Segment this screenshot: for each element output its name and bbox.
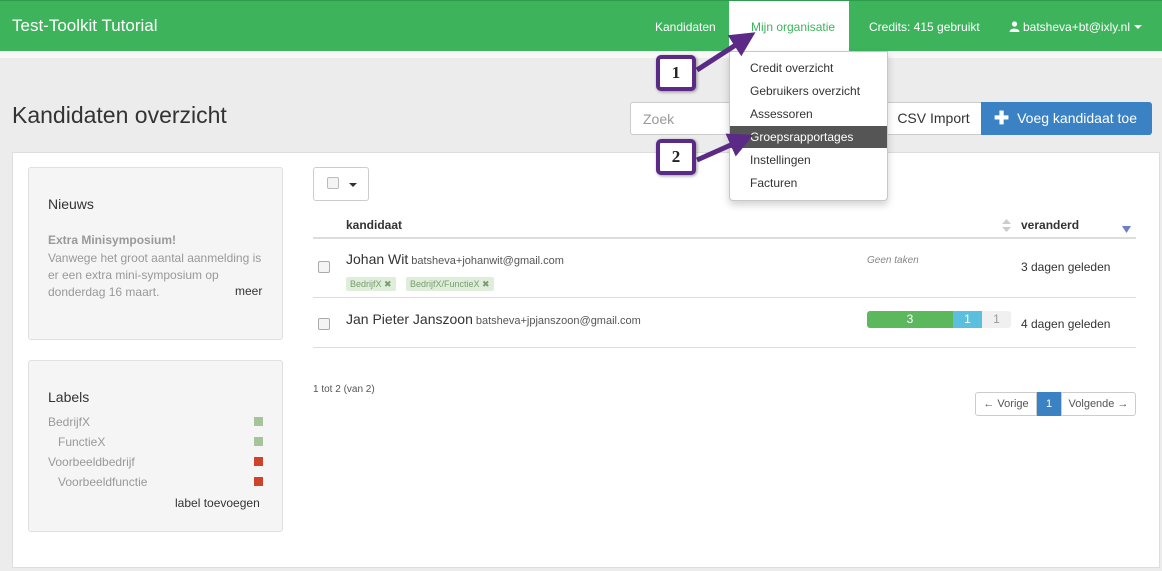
label-item[interactable]: BedrijfX <box>48 415 90 429</box>
nav-credits[interactable]: Credits: 415 gebruikt <box>869 20 980 34</box>
next-page-button[interactable]: Volgende → <box>1061 392 1136 416</box>
candidate-name[interactable]: Jan Pieter Janszoon batsheva+jpjanszoon@g… <box>346 311 641 327</box>
candidate-email: batsheva+jpjanszoon@gmail.com <box>475 315 641 327</box>
row-divider <box>313 297 1136 298</box>
candidate-name-text: Jan Pieter Janszoon <box>346 311 473 327</box>
changed-date: 3 dagen geleden <box>1021 260 1111 274</box>
page-1-button[interactable]: 1 <box>1037 392 1061 416</box>
user-icon <box>1009 21 1020 32</box>
candidate-name[interactable]: Johan Wit batsheva+johanwit@gmail.com <box>346 251 564 267</box>
candidate-name-text: Johan Wit <box>346 251 409 267</box>
labels-panel: Labels BedrijfX FunctieX Voorbeeldbedrij… <box>28 360 283 532</box>
menu-item-credit-overview[interactable]: Credit overzicht <box>730 57 887 79</box>
brand-title[interactable]: Test-Toolkit Tutorial <box>12 16 158 36</box>
add-candidate-label: Voeg kandidaat toe <box>1017 110 1137 126</box>
menu-item-settings[interactable]: Instellingen <box>730 149 887 171</box>
nav-my-organisation-label: Mijn organisatie <box>751 20 836 34</box>
add-candidate-button[interactable]: ✚ Voeg kandidaat toe <box>981 102 1152 135</box>
organisation-dropdown-menu: Credit overzicht Gebruikers overzicht As… <box>729 51 888 201</box>
row-checkbox[interactable] <box>318 318 330 330</box>
step-callout-2: 2 <box>656 139 696 175</box>
menu-item-assessors[interactable]: Assessoren <box>730 103 887 125</box>
csv-import-button[interactable]: CSV Import <box>885 102 981 135</box>
news-panel: Nieuws Extra Minisymposium! Vanwege het … <box>28 167 283 340</box>
label-item[interactable]: Voorbeeldbedrijf <box>48 455 135 469</box>
search-input[interactable] <box>630 102 730 135</box>
label-color-swatch <box>254 477 263 486</box>
table-header-divider <box>313 237 1136 239</box>
column-header-changed[interactable]: veranderd <box>1021 218 1079 232</box>
changed-date: 4 dagen geleden <box>1021 317 1111 331</box>
row-divider <box>313 347 1136 348</box>
chevron-down-icon <box>349 183 357 187</box>
column-header-candidate[interactable]: kandidaat <box>346 218 402 232</box>
label-item[interactable]: Voorbeeldfunctie <box>58 475 147 489</box>
progress-busy-segment: 1 <box>953 311 982 328</box>
news-more-link[interactable]: meer <box>235 284 262 298</box>
sort-desc-icon[interactable] <box>1122 226 1131 233</box>
news-headline: Extra Minisymposium! <box>48 233 177 247</box>
candidate-email: batsheva+johanwit@gmail.com <box>411 255 564 267</box>
add-label-link[interactable]: label toevoegen <box>175 496 260 510</box>
page-title: Kandidaten overzicht <box>12 102 227 128</box>
row-checkbox[interactable] <box>318 261 330 273</box>
result-count: 1 tot 2 (van 2) <box>313 384 375 395</box>
candidate-tag[interactable]: BedrijfX ✖ <box>346 277 396 291</box>
news-title: Nieuws <box>48 196 94 212</box>
no-tasks-text: Geen taken <box>867 255 919 266</box>
nav-user-menu[interactable]: batsheva+bt@ixly.nl <box>1009 20 1143 34</box>
labels-title: Labels <box>48 389 90 405</box>
candidate-tag[interactable]: BedrijfX/FunctieX ✖ <box>406 277 494 291</box>
sort-icon[interactable] <box>1002 219 1011 232</box>
label-color-swatch <box>254 417 263 426</box>
nav-my-organisation[interactable]: Mijn organisatie <box>729 1 849 52</box>
menu-item-users-overview[interactable]: Gebruikers overzicht <box>730 80 887 102</box>
nav-candidates[interactable]: Kandidaten <box>655 20 716 34</box>
bulk-select-button[interactable] <box>313 167 369 201</box>
label-color-swatch <box>254 457 263 466</box>
label-color-swatch <box>254 437 263 446</box>
plus-icon: ✚ <box>994 108 1010 128</box>
select-all-checkbox[interactable] <box>327 177 339 189</box>
top-navbar: Test-Toolkit Tutorial Kandidaten Mijn or… <box>0 0 1162 52</box>
label-item[interactable]: FunctieX <box>58 435 105 449</box>
chevron-down-icon <box>1134 25 1143 29</box>
user-email: batsheva+bt@ixly.nl <box>1023 20 1131 34</box>
sub-navbar <box>0 51 1162 58</box>
menu-item-group-reports[interactable]: Groepsrapportages <box>730 126 887 148</box>
step-callout-1: 1 <box>656 55 696 91</box>
news-body: Vanwege het groot aantal aanmelding is e… <box>48 251 262 299</box>
progress-done-segment: 3 <box>867 311 953 328</box>
menu-item-invoices[interactable]: Facturen <box>730 172 887 194</box>
progress-open-segment: 1 <box>982 311 1011 328</box>
prev-page-button[interactable]: ← Vorige <box>975 392 1037 416</box>
